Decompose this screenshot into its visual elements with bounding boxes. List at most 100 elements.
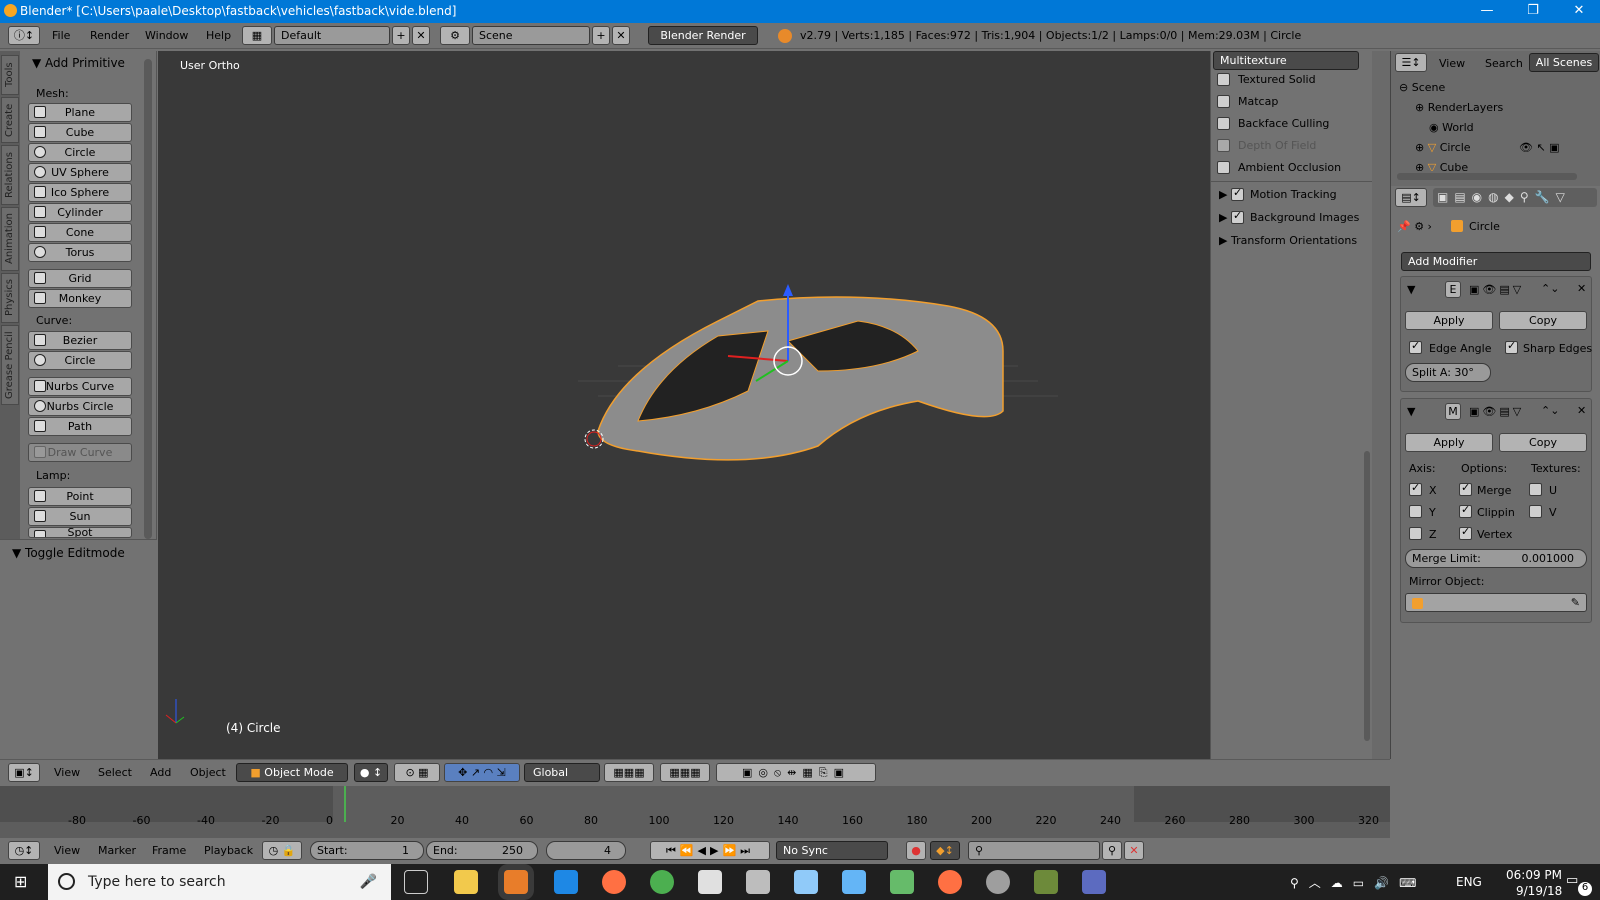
- outliner-item-world[interactable]: ◉ World: [1429, 121, 1474, 134]
- merge-checkbox[interactable]: [1459, 481, 1472, 496]
- orientation-select[interactable]: Global: [524, 763, 600, 782]
- axis-z-checkbox[interactable]: [1409, 527, 1422, 540]
- windows-start-icon[interactable]: ⊞: [14, 872, 27, 891]
- add-nurbs-curve-button[interactable]: Nurbs Curve: [28, 377, 132, 396]
- file-explorer-icon[interactable]: [454, 870, 478, 894]
- add-sun-lamp-button[interactable]: Sun: [28, 507, 132, 526]
- timeline-menu-view[interactable]: View: [54, 844, 80, 857]
- render-engine-select[interactable]: Blender Render: [648, 26, 758, 45]
- menu-window[interactable]: Window: [145, 29, 188, 42]
- car-model[interactable]: [158, 51, 1210, 759]
- timeline-menu-playback[interactable]: Playback: [204, 844, 253, 857]
- move-mirror-icons[interactable]: ⌃⌄: [1541, 404, 1559, 417]
- apply-button[interactable]: Apply: [1405, 311, 1493, 330]
- sharp-edges-checkbox[interactable]: [1505, 339, 1518, 354]
- outliner-item-circle[interactable]: ⊕ ▽ Circle: [1415, 141, 1471, 154]
- depth-of-field-checkbox[interactable]: [1217, 139, 1230, 152]
- menu-file[interactable]: File: [52, 29, 70, 42]
- viewport-menu-add[interactable]: Add: [150, 766, 171, 779]
- motion-tracking-checkbox[interactable]: [1231, 186, 1244, 201]
- move-modifier-icons[interactable]: ⌃⌄: [1541, 282, 1559, 295]
- split-angle-field[interactable]: Split A: 30°: [1405, 363, 1491, 382]
- scene-field[interactable]: Scene: [472, 26, 590, 45]
- layers-buttons-a[interactable]: ▦▦▦: [604, 763, 654, 782]
- viewport-menu-object[interactable]: Object: [190, 766, 226, 779]
- mirror-object-field[interactable]: ✎: [1405, 593, 1587, 612]
- expand-background-images-icon[interactable]: ▶: [1219, 211, 1227, 224]
- manipulator-buttons[interactable]: ✥ ↗ ◠ ⇲: [444, 763, 520, 782]
- language-indicator[interactable]: ENG: [1456, 875, 1482, 889]
- add-circle-button[interactable]: Circle: [28, 143, 132, 162]
- add-layout-button[interactable]: +: [392, 26, 410, 45]
- taskbar-search[interactable]: Type here to search 🎤: [48, 864, 391, 900]
- collapse-modifier-icon[interactable]: ▼: [1407, 283, 1415, 296]
- outliner-hscrollbar[interactable]: [1397, 173, 1577, 180]
- expand-transform-orientations-icon[interactable]: ▶: [1219, 234, 1227, 247]
- add-modifier-select[interactable]: Add Modifier: [1401, 252, 1591, 271]
- eyedropper-icon[interactable]: ✎: [1571, 594, 1580, 611]
- mail-icon[interactable]: [698, 870, 722, 894]
- modifier-visibility-icons[interactable]: ▣👁▤▽: [1469, 283, 1524, 296]
- chrome-icon[interactable]: [650, 870, 674, 894]
- mirror-modifier-code[interactable]: M: [1445, 403, 1461, 420]
- tab-physics[interactable]: Physics: [1, 273, 19, 323]
- tab-tools[interactable]: Tools: [1, 55, 19, 95]
- sync-mode-select[interactable]: No Sync: [776, 841, 888, 860]
- add-spot-lamp-button[interactable]: Spot: [28, 527, 132, 538]
- outliner-item-renderlayers[interactable]: ⊕ RenderLayers: [1415, 101, 1503, 114]
- properties-context-tabs[interactable]: ▣▤◉◍◆⚲🔧▽: [1433, 188, 1597, 207]
- playback-controls[interactable]: ⏮⏪◀▶⏩⏭: [650, 841, 770, 860]
- outliner-menu-search[interactable]: Search: [1485, 57, 1523, 70]
- draw-curve-button[interactable]: Draw Curve: [28, 443, 132, 462]
- remove-scene-button[interactable]: ✕: [612, 26, 630, 45]
- viewport-editor-type-button[interactable]: ▣↕: [8, 763, 40, 782]
- clipping-checkbox[interactable]: [1459, 503, 1472, 518]
- texture-v-checkbox[interactable]: [1529, 505, 1542, 518]
- start-frame-field[interactable]: Start: 1: [310, 841, 424, 860]
- layers-buttons-b[interactable]: ▦▦▦: [660, 763, 710, 782]
- 3d-viewport[interactable]: User Ortho (4) Circle: [158, 51, 1210, 759]
- npanel-scrollbar[interactable]: [1364, 451, 1370, 741]
- record-button[interactable]: ●: [906, 841, 926, 860]
- minecraft-icon[interactable]: [1034, 870, 1058, 894]
- microphone-icon[interactable]: 🎤: [360, 864, 377, 900]
- mirror-apply-button[interactable]: Apply: [1405, 433, 1493, 452]
- clock-time[interactable]: 06:09 PM: [1506, 868, 1562, 882]
- tab-animation[interactable]: Animation: [1, 207, 19, 271]
- remove-layout-button[interactable]: ✕: [412, 26, 430, 45]
- insert-keyframe-button[interactable]: ⚲: [1102, 841, 1122, 860]
- outliner-menu-view[interactable]: View: [1439, 57, 1465, 70]
- notification-icon[interactable]: ▭: [1566, 873, 1578, 888]
- current-frame-field[interactable]: 4: [546, 841, 626, 860]
- copy-button[interactable]: Copy: [1499, 311, 1587, 330]
- remove-modifier-button[interactable]: ✕: [1577, 282, 1586, 295]
- vertex-groups-checkbox[interactable]: [1459, 525, 1472, 540]
- blender-taskbar-icon[interactable]: [504, 870, 528, 894]
- merge-limit-field[interactable]: Merge Limit: 0.001000: [1405, 549, 1587, 568]
- add-monkey-button[interactable]: Monkey: [28, 289, 132, 308]
- transform-orientations-label[interactable]: Transform Orientations: [1231, 234, 1357, 247]
- tab-create[interactable]: Create: [1, 97, 19, 143]
- end-frame-field[interactable]: End: 250: [426, 841, 538, 860]
- keying-set-field[interactable]: ⚲: [968, 841, 1100, 860]
- viewport-menu-view[interactable]: View: [54, 766, 80, 779]
- shading-select[interactable]: Multitexture: [1213, 51, 1359, 70]
- system-tray-icons[interactable]: ⚲︿☁▭🔊⌨: [1290, 874, 1426, 891]
- add-cone-button[interactable]: Cone: [28, 223, 132, 242]
- clock-date[interactable]: 9/19/18: [1516, 884, 1562, 898]
- outliner-editor-type-button[interactable]: ☰↕: [1395, 53, 1427, 72]
- mirror-copy-button[interactable]: Copy: [1499, 433, 1587, 452]
- edge-icon[interactable]: [554, 870, 578, 894]
- screen-layout-icon[interactable]: ▦: [242, 26, 272, 45]
- info-editor-type-button[interactable]: ⓘ↕: [8, 26, 40, 45]
- axis-x-checkbox[interactable]: [1409, 481, 1422, 496]
- ambient-occlusion-checkbox[interactable]: [1217, 161, 1230, 174]
- axis-y-checkbox[interactable]: [1409, 505, 1422, 518]
- layout-field[interactable]: Default: [274, 26, 390, 45]
- add-plane-button[interactable]: Plane: [28, 103, 132, 122]
- add-uv-sphere-button[interactable]: UV Sphere: [28, 163, 132, 182]
- toolshelf-scrollbar[interactable]: [144, 59, 152, 539]
- add-bezier-button[interactable]: Bezier: [28, 331, 132, 350]
- scene-icon[interactable]: ⚙: [440, 26, 470, 45]
- outliner-item-scene[interactable]: ⊖ Scene: [1399, 81, 1445, 94]
